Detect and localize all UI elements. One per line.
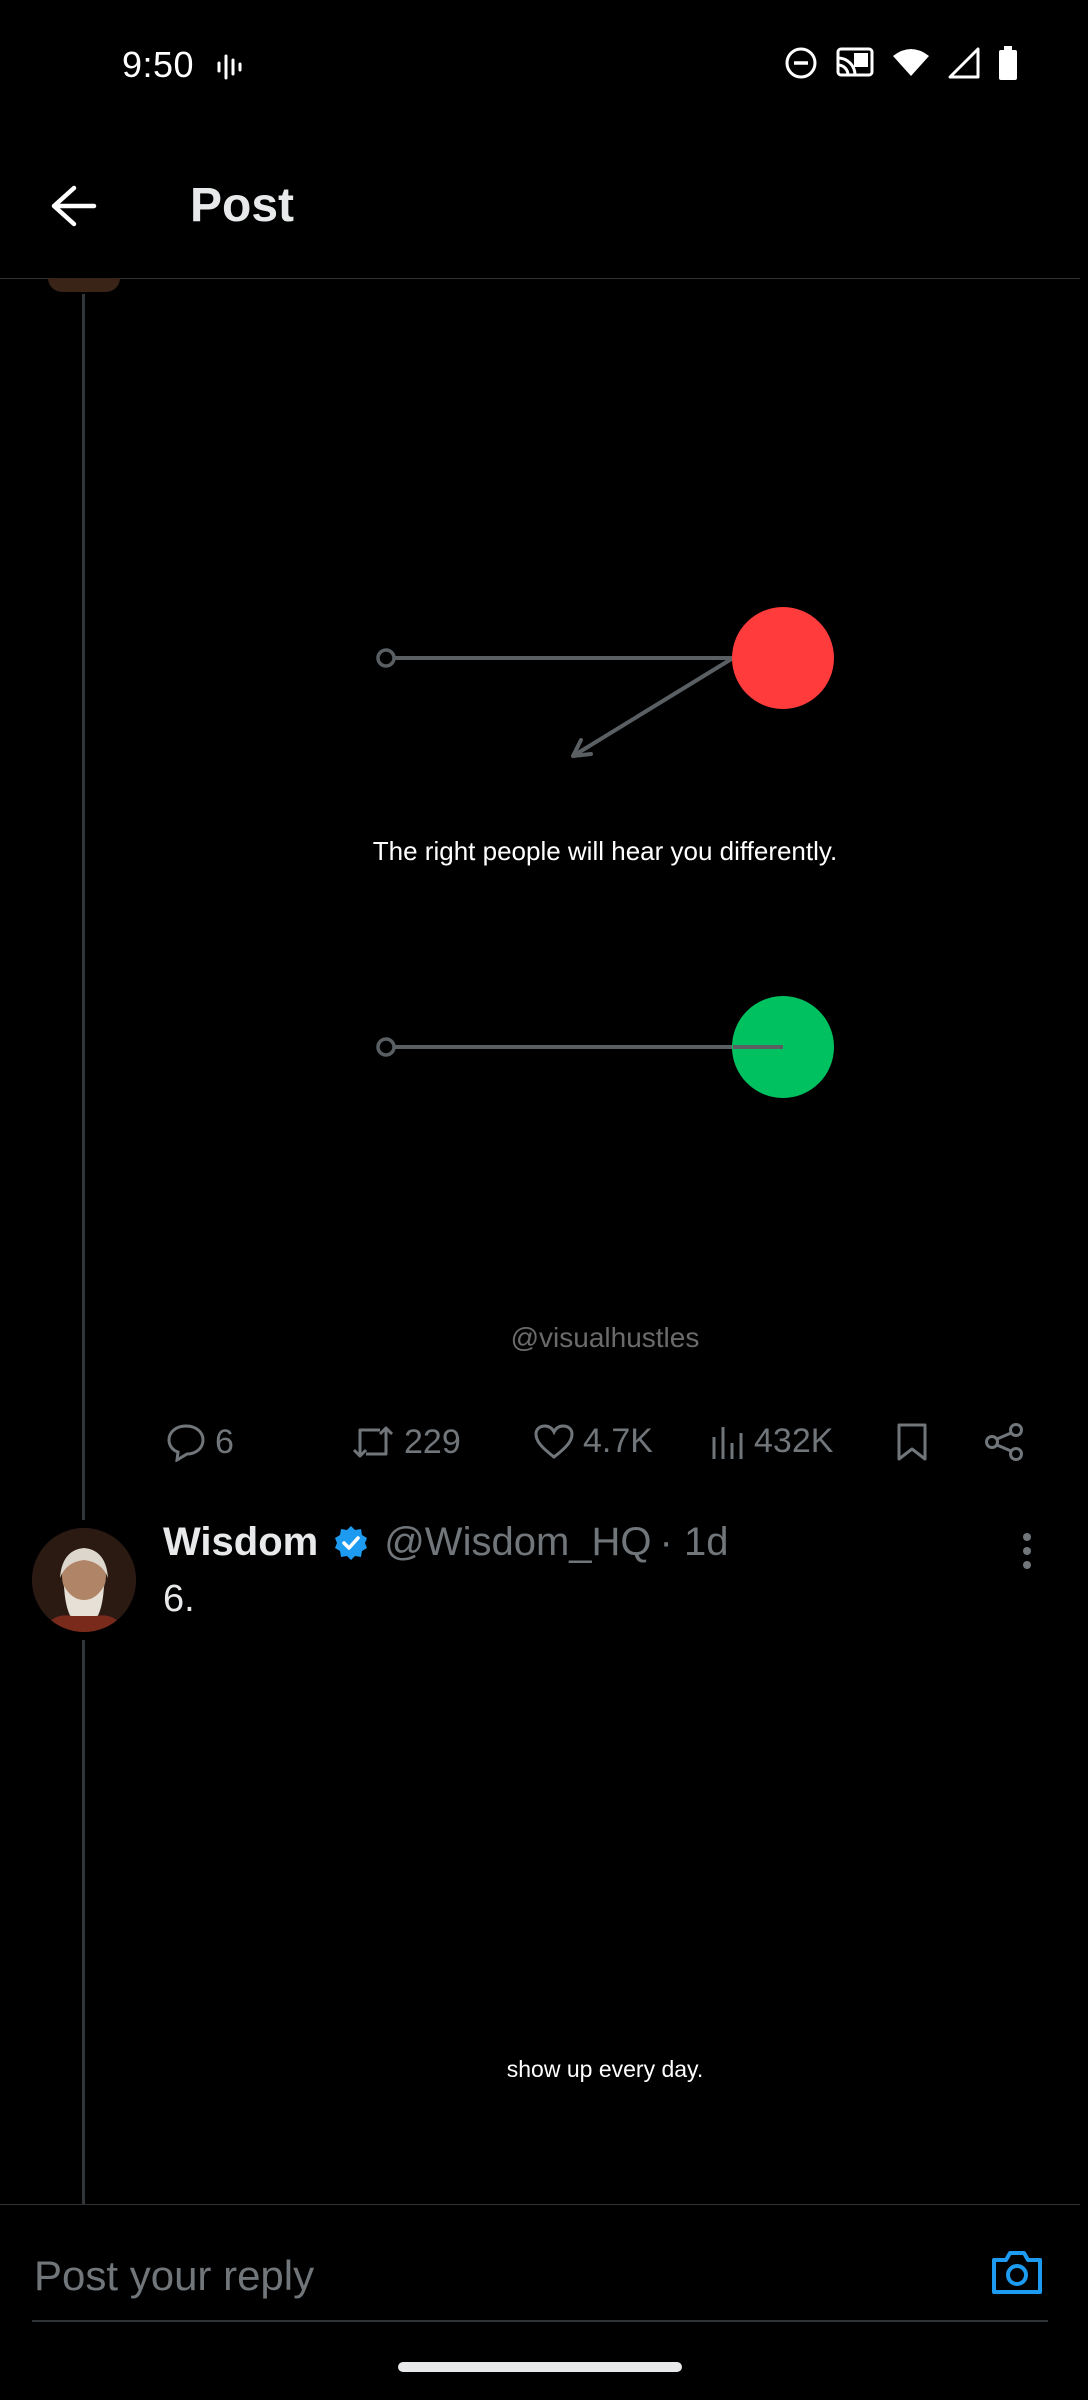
views-chart-icon xyxy=(712,1426,743,1459)
heart-icon xyxy=(534,1423,574,1459)
status-time: 9:50 xyxy=(122,44,195,85)
image-watermark: @visualhustles xyxy=(510,1322,700,1353)
back-button[interactable] xyxy=(40,172,108,240)
author-handle[interactable]: @Wisdom_HQ xyxy=(384,1520,651,1565)
post-time: · 1d xyxy=(659,1520,729,1564)
audio-wave-icon xyxy=(216,52,244,87)
status-icons xyxy=(784,46,1018,80)
do-not-disturb-icon xyxy=(785,47,817,79)
reply-underline xyxy=(32,2320,1048,2322)
share-button[interactable] xyxy=(983,1422,1025,1462)
like-count: 4.7K xyxy=(583,1422,653,1460)
views-button[interactable]: 432K xyxy=(710,1422,833,1461)
reply-input[interactable] xyxy=(32,2240,936,2312)
share-icon xyxy=(985,1423,1023,1461)
bookmark-button[interactable] xyxy=(895,1422,929,1462)
bookmark-icon xyxy=(897,1423,927,1461)
author-name[interactable]: Wisdom xyxy=(163,1520,318,1565)
back-arrow-icon xyxy=(51,185,97,227)
reply-icon xyxy=(167,1424,205,1462)
post-actions: 6 229 4.7K 432K xyxy=(165,1422,1045,1482)
thread-line xyxy=(82,1640,85,2204)
top-app-bar xyxy=(0,140,1080,279)
reply-divider xyxy=(0,2204,1080,2205)
page-title: Post xyxy=(190,179,295,232)
post-text: 6. xyxy=(163,1578,195,1620)
views-count: 432K xyxy=(754,1422,834,1460)
camera-button[interactable] xyxy=(988,2244,1046,2302)
signal-icon xyxy=(948,47,980,79)
cast-icon xyxy=(836,47,874,77)
previous-avatar-edge xyxy=(48,278,120,292)
image-caption: The right people will hear you different… xyxy=(372,836,838,866)
post-header: Wisdom @Wisdom_HQ · 1d xyxy=(163,1520,728,1565)
author-avatar[interactable] xyxy=(32,1528,136,1632)
camera-icon xyxy=(992,2251,1042,2294)
verified-badge-icon xyxy=(335,1525,368,1560)
reply-button[interactable]: 6 xyxy=(165,1422,234,1462)
vertical-dots-icon xyxy=(1023,1533,1031,1569)
image-caption: show up every day. xyxy=(506,2056,704,2082)
more-options-button[interactable] xyxy=(1012,1528,1042,1574)
home-indicator[interactable] xyxy=(398,2362,682,2372)
reply-count: 6 xyxy=(215,1422,234,1461)
repost-icon xyxy=(352,1426,394,1458)
avatar-portrait xyxy=(32,1528,136,1632)
repost-count: 229 xyxy=(404,1422,461,1461)
repost-button[interactable]: 229 xyxy=(350,1422,461,1462)
battery-icon xyxy=(999,46,1017,80)
wifi-icon xyxy=(893,49,929,76)
like-button[interactable]: 4.7K xyxy=(533,1422,653,1461)
post-image[interactable] xyxy=(163,1660,1048,2204)
